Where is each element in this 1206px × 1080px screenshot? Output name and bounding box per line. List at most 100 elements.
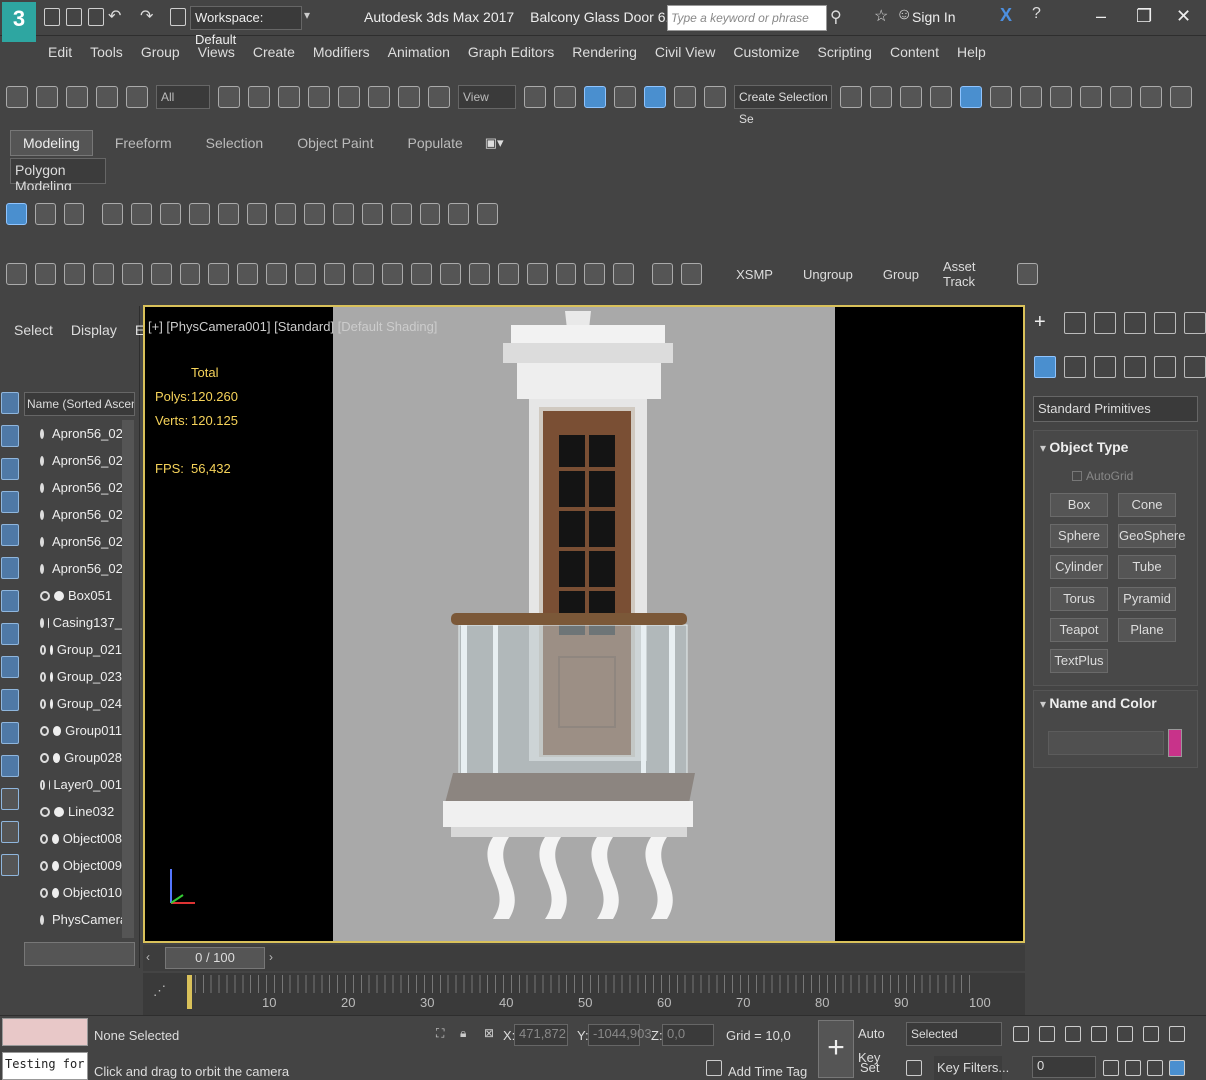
texture-icon[interactable] [681,263,703,285]
unlink-icon[interactable] [96,86,118,108]
new-file-icon[interactable] [44,8,60,26]
menu-tools[interactable]: Tools [90,44,123,60]
user-icon[interactable]: ☺ [896,6,912,24]
visibility-eye-icon[interactable] [40,806,50,817]
mirror-icon[interactable] [840,86,862,108]
list-item[interactable]: Object010 [24,879,122,906]
render-bulb-icon[interactable] [49,698,53,709]
visibility-eye-icon[interactable] [40,752,49,763]
spacewarps-category-icon[interactable] [1184,356,1206,378]
visibility-eye-icon[interactable] [40,914,44,925]
menu-select[interactable]: Select [14,322,53,338]
filter-groups-icon[interactable] [1,590,19,612]
list-item[interactable]: Apron56_02 [24,555,122,582]
checker-icon[interactable] [477,203,499,225]
fur-icon[interactable] [439,263,461,285]
utilities-tab-icon[interactable] [1184,312,1206,334]
visibility-eye-icon[interactable] [40,428,44,439]
spinner-snap-icon[interactable] [704,86,726,108]
scale-icon[interactable] [390,203,412,225]
filter-geometry-icon[interactable] [1,392,19,414]
select-move-icon[interactable] [338,86,360,108]
menu-create[interactable]: Create [253,44,295,60]
shapes-category-icon[interactable] [1064,356,1086,378]
polygon-modeling-panel[interactable]: Polygon Modeling [10,158,106,194]
menu-display[interactable]: Display [71,322,117,338]
menu-modifiers[interactable]: Modifiers [313,44,370,60]
menu-animation[interactable]: Animation [388,44,450,60]
tab-populate[interactable]: Populate [395,131,474,155]
select-place-icon[interactable] [428,86,450,108]
visibility-eye-icon[interactable] [40,833,49,844]
filter-xrefs-icon[interactable] [1,623,19,645]
render-bulb-icon[interactable] [49,644,53,655]
group-icon[interactable] [52,725,62,736]
go-to-start-icon[interactable] [1013,1026,1029,1042]
display-tab-icon[interactable] [1154,312,1176,334]
go-to-end-icon[interactable] [1117,1026,1133,1042]
select-object-icon[interactable] [218,86,240,108]
auto-key-button[interactable]: Auto Key [858,1022,900,1065]
railing-icon[interactable] [275,203,297,225]
list-item[interactable]: Object009 [24,852,122,879]
redo-tool-icon[interactable] [36,86,58,108]
visibility-eye-icon[interactable] [40,455,44,466]
image-icon[interactable] [63,263,85,285]
visibility-eye-icon[interactable] [40,590,50,601]
visibility-eye-icon[interactable] [40,482,44,493]
textplus-button[interactable]: TextPlus [1050,649,1108,673]
cameras-category-icon[interactable] [1124,356,1146,378]
shape-icon[interactable] [34,263,56,285]
dolly-icon[interactable] [1125,1060,1141,1076]
create-tab-icon[interactable]: + [1034,312,1056,334]
object-color-swatch[interactable] [1168,729,1182,757]
asset-track-button[interactable]: Asset Track [943,259,1007,289]
plane-icon[interactable] [217,203,239,225]
visibility-eye-icon[interactable] [40,563,44,574]
explorer-column-header[interactable]: Name (Sorted Ascending) [24,392,135,416]
camera-icon[interactable] [121,263,143,285]
explorer-horizontal-scrollbar[interactable] [24,942,135,966]
viewport-label[interactable]: [+] [PhysCamera001] [Standard] [Default … [148,319,437,334]
tab-object-paint[interactable]: Object Paint [285,131,385,155]
particles-icon[interactable] [381,263,403,285]
named-selection-sets-dropdown[interactable]: Create Selection Se [734,85,832,126]
visibility-eye-icon[interactable] [40,536,44,547]
visibility-eye-icon[interactable] [40,887,49,898]
autogrid-checkbox[interactable]: AutoGrid [1072,469,1133,483]
keyboard-shortcut-override-icon[interactable] [584,86,606,108]
list-item[interactable]: PhysCamera [24,906,122,933]
render-bulb-icon[interactable] [54,590,64,601]
visibility-eye-icon[interactable] [40,779,45,790]
ungroup-button[interactable]: Ungroup [803,267,853,282]
sphere-material-icon[interactable] [179,263,201,285]
xsmp-button[interactable]: XSMP [736,267,773,282]
pivot-center-icon[interactable] [524,86,546,108]
list-item[interactable]: Group_024 [24,690,122,717]
current-frame-field[interactable]: 0 [1032,1056,1096,1078]
move-icon[interactable] [333,203,354,225]
curve-editor-mini-icon[interactable]: ⋰ [153,983,166,999]
list-item[interactable]: Object008 [24,825,122,852]
visibility-eye-icon[interactable] [40,860,49,871]
current-frame-marker[interactable] [187,975,192,1009]
filter-helpers-icon[interactable] [1,524,19,546]
stairs-icon[interactable] [246,203,268,225]
teapot-icon[interactable] [6,263,27,285]
snaps-toggle-icon[interactable] [614,86,636,108]
proxy-icon[interactable] [410,263,432,285]
group-button[interactable]: Group [883,267,919,282]
list-item[interactable]: Group_023 [24,663,122,690]
batch-render-icon[interactable] [584,263,606,285]
bind-space-warp-icon[interactable] [126,86,148,108]
list-item[interactable]: Layer0_001 [24,771,122,798]
autogrid-checkbox-box[interactable] [1072,471,1082,481]
cylinder-button[interactable]: Cylinder [1050,555,1108,579]
prev-frame-icon[interactable]: ‹ [146,950,150,964]
grass-icon[interactable] [468,263,490,285]
default-in-out-tangent-icon[interactable] [906,1060,922,1076]
set-key-button[interactable]: Set Key [860,1056,900,1080]
filter-invert-icon[interactable] [1,854,19,876]
color-dots-icon[interactable] [526,263,548,285]
visibility-eye-icon[interactable] [40,644,46,655]
